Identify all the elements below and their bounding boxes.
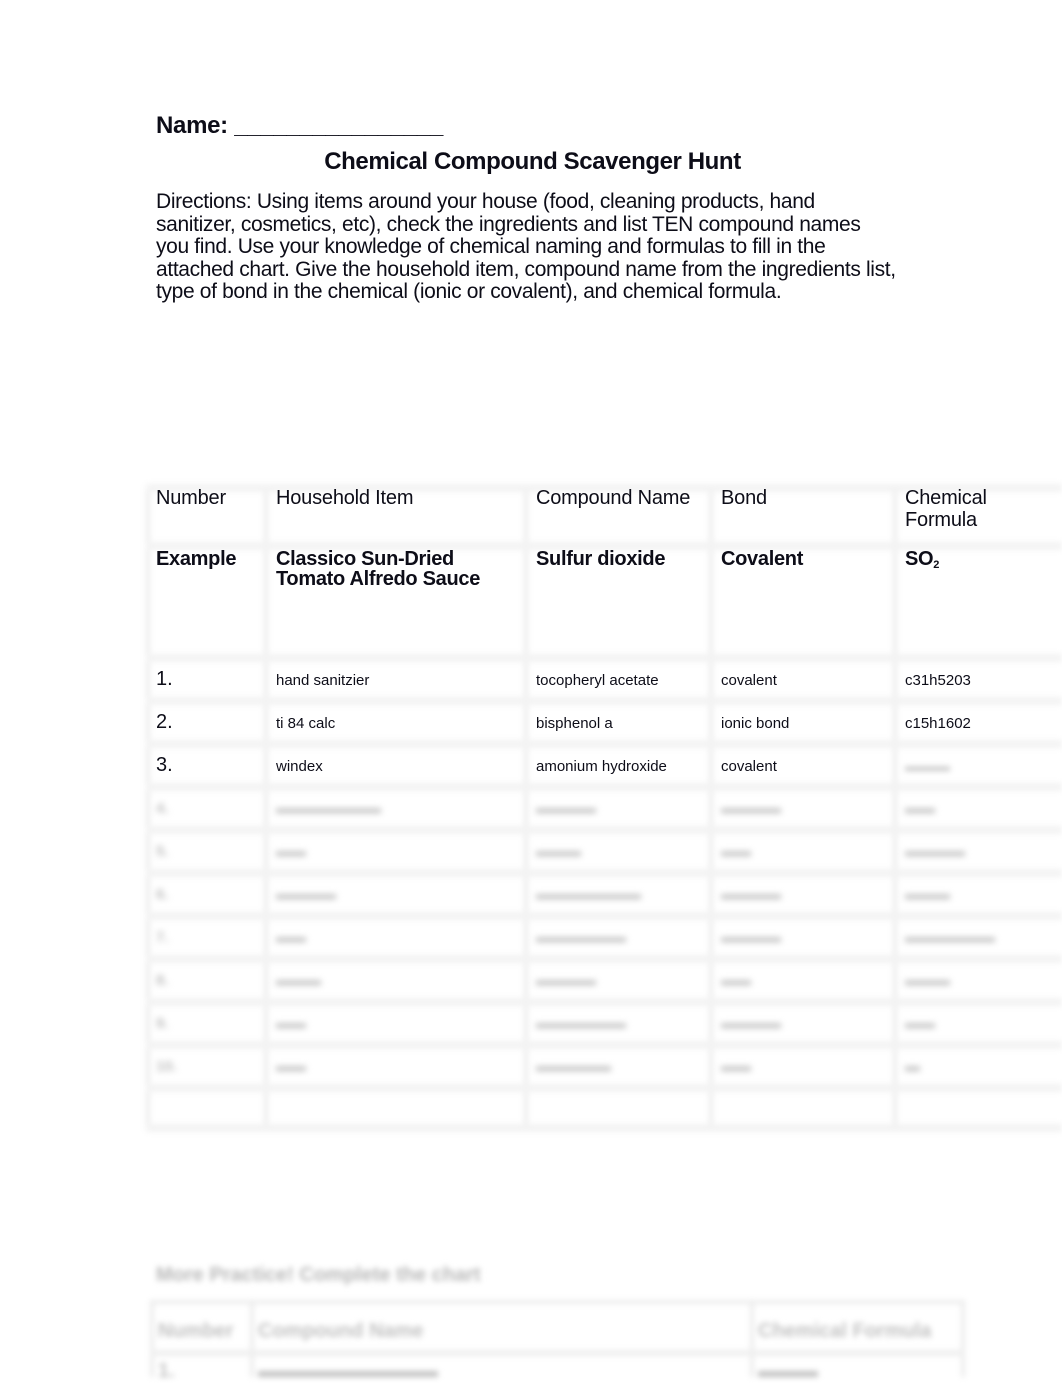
practice-heading: More Practice! Complete the chart (156, 1264, 481, 1286)
row-household-item[interactable]: ▬▬ (266, 829, 526, 872)
row-compound-name[interactable]: ▬▬▬▬▬ (526, 1044, 711, 1087)
row-household-item[interactable]: ti 84 calc (266, 703, 526, 746)
grid-hline (150, 1350, 965, 1356)
table-row: 6. ▬▬▬▬ ▬▬▬▬▬▬▬ ▬▬▬▬ ▬▬▬ (146, 872, 1062, 915)
row-bond[interactable]: ▬▬ (711, 829, 895, 872)
row-compound-name[interactable] (526, 1087, 711, 1130)
row-bond[interactable]: ▬▬ (711, 958, 895, 1001)
page-title: Chemical Compound Scavenger Hunt (0, 148, 1062, 176)
row-number: 10. (156, 1058, 177, 1075)
practice-header-row: Number Compound Name Chemical Formula (150, 1320, 965, 1343)
row-bond[interactable]: covalent (711, 660, 895, 703)
row-bond[interactable]: ▬▬▬▬ (711, 872, 895, 915)
page-title-text: Chemical Compound Scavenger Hunt (324, 148, 741, 175)
row-compound-name[interactable]: ▬▬▬ (526, 829, 711, 872)
row-formula[interactable]: ▬▬▬▬▬▬ (895, 915, 1062, 958)
row-formula[interactable]: ▬▬▬ (895, 872, 1062, 915)
table-row: 2. ti 84 calc bisphenol a ionic bond c15… (146, 703, 1062, 746)
practice-column-compound-name: Compound Name (258, 1320, 424, 1342)
table-row: 4. ▬▬▬▬▬▬▬ ▬▬▬▬ ▬▬▬▬ ▬▬ (146, 786, 1062, 829)
row-formula[interactable] (895, 1087, 1062, 1130)
row-household-item[interactable]: ▬▬ (266, 1001, 526, 1044)
row-compound-name[interactable]: ▬▬▬▬▬▬▬ (526, 872, 711, 915)
example-formula-subscript: 2 (933, 559, 940, 571)
row-number: 3. (156, 754, 173, 776)
table-header-row: Number Household Item Compound Name Bond… (146, 484, 1062, 546)
row-compound-name[interactable]: bisphenol a (526, 703, 711, 746)
row-bond[interactable]: covalent (711, 746, 895, 789)
table-row: 1. hand sanitzier tocopheryl acetate cov… (146, 660, 1062, 703)
practice-row-compound[interactable]: ▬▬▬▬▬▬▬▬▬ (250, 1360, 750, 1383)
row-household-item[interactable]: windex (266, 746, 526, 789)
directions-text: Directions: Using items around your hous… (156, 190, 896, 303)
table-row (146, 1087, 1062, 1130)
row-formula[interactable]: ▬ (895, 1044, 1062, 1087)
row-bond[interactable]: ▬▬▬▬ (711, 915, 895, 958)
row-household-item[interactable] (266, 1087, 526, 1130)
example-bond: Covalent (721, 548, 804, 570)
table-row: 3. windex amonium hydroxide covalent ▬▬▬ (146, 746, 1062, 789)
practice-column-chemical-formula: Chemical Formula (758, 1320, 932, 1342)
row-bond[interactable]: ▬▬▬▬ (711, 1001, 895, 1044)
row-number: 6. (156, 886, 169, 903)
column-header-bond: Bond (721, 487, 767, 509)
row-compound-name[interactable]: tocopheryl acetate (526, 660, 711, 703)
row-number: 9. (156, 1015, 169, 1032)
compound-table: Number Household Item Compound Name Bond… (146, 484, 1062, 789)
example-formula-base: SO (905, 548, 934, 570)
row-compound-name[interactable]: amonium hydroxide (526, 746, 711, 789)
column-header-number: Number (156, 487, 226, 509)
example-row: Example Classico Sun-Dried Tomato Alfred… (146, 546, 1062, 660)
row-number: 5. (156, 843, 169, 860)
row-formula[interactable]: ▬▬▬ (895, 958, 1062, 1001)
row-household-item[interactable]: ▬▬▬▬▬▬▬ (266, 786, 526, 829)
table-row: 7. ▬▬ ▬▬▬▬▬▬ ▬▬▬▬ ▬▬▬▬▬▬ (146, 915, 1062, 958)
example-compound-name: Sulfur dioxide (536, 548, 666, 570)
row-formula[interactable]: ▬▬▬▬ (895, 829, 1062, 872)
practice-column-number: Number (158, 1320, 234, 1342)
practice-row-number: 1. (158, 1360, 175, 1382)
table-row: 5. ▬▬ ▬▬▬ ▬▬ ▬▬▬▬ (146, 829, 1062, 872)
row-formula[interactable]: ▬▬ (895, 1001, 1062, 1044)
row-household-item[interactable]: ▬▬▬ (266, 958, 526, 1001)
column-header-household-item: Household Item (276, 487, 414, 509)
table-row: 8. ▬▬▬ ▬▬▬▬ ▬▬ ▬▬▬ (146, 958, 1062, 1001)
practice-row-formula[interactable]: ▬▬▬ (750, 1360, 965, 1383)
example-formula: SO2 (895, 546, 1062, 660)
row-formula[interactable]: ▬▬ (895, 786, 1062, 829)
row-bond[interactable]: ▬▬▬▬ (711, 786, 895, 829)
row-household-item[interactable]: ▬▬▬▬ (266, 872, 526, 915)
row-number: 1. (156, 668, 173, 690)
table-row: 9. ▬▬ ▬▬▬▬▬▬ ▬▬▬▬ ▬▬ (146, 1001, 1062, 1044)
row-number: 4. (156, 800, 169, 817)
row-number (146, 1087, 266, 1130)
row-bond[interactable]: ionic bond (711, 703, 895, 746)
table-row: 10. ▬▬ ▬▬▬▬▬ ▬▬ ▬ (146, 1044, 1062, 1087)
row-compound-name[interactable]: ▬▬▬▬ (526, 786, 711, 829)
row-household-item[interactable]: ▬▬ (266, 915, 526, 958)
name-field-label: Name: ________________ (156, 112, 443, 139)
row-bond[interactable] (711, 1087, 895, 1130)
practice-row: 1. ▬▬▬▬▬▬▬▬▬ ▬▬▬ (150, 1360, 965, 1383)
row-number: 7. (156, 929, 169, 946)
row-number: 2. (156, 711, 173, 733)
practice-table: Number Compound Name Chemical Formula 1.… (150, 1300, 965, 1382)
row-household-item[interactable]: ▬▬ (266, 1044, 526, 1087)
column-header-compound-name: Compound Name (536, 487, 691, 509)
column-header-chemical-formula: Chemical Formula (905, 487, 987, 531)
row-compound-name[interactable]: ▬▬▬▬▬▬ (526, 915, 711, 958)
example-number: Example (156, 548, 237, 570)
row-compound-name[interactable]: ▬▬▬▬▬▬ (526, 1001, 711, 1044)
row-compound-name[interactable]: ▬▬▬▬ (526, 958, 711, 1001)
blurred-table-rows: 4. ▬▬▬▬▬▬▬ ▬▬▬▬ ▬▬▬▬ ▬▬ 5. ▬▬ ▬▬▬ ▬▬ ▬▬▬▬ 6. ▬▬▬▬… (146, 786, 1062, 1131)
row-household-item[interactable]: hand sanitzier (266, 660, 526, 703)
row-formula[interactable]: c15h1602 (895, 703, 1062, 746)
row-number: 8. (156, 972, 169, 989)
row-formula[interactable]: c31h5203 (895, 660, 1062, 703)
example-household-item: Classico Sun-Dried Tomato Alfredo Sauce (276, 548, 481, 590)
row-bond[interactable]: ▬▬ (711, 1044, 895, 1087)
row-formula[interactable]: ▬▬▬ (895, 746, 1062, 789)
